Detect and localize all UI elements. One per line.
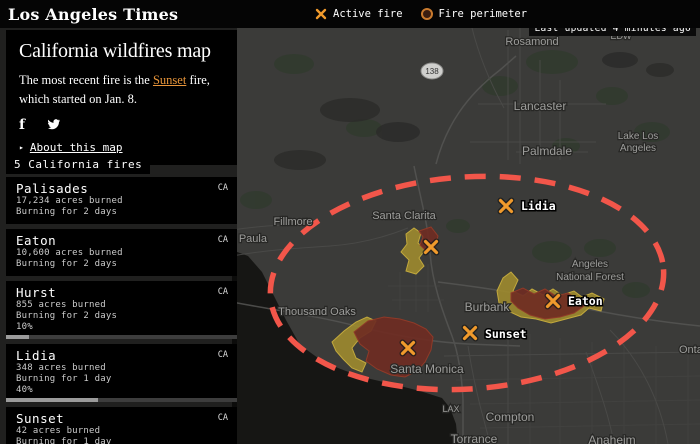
intro-prefix: The most recent fire is the [19,73,153,87]
burn-duration: Burning for 2 days [16,311,118,321]
svg-text:138: 138 [425,67,439,76]
fire-card-eaton[interactable]: Eaton CA 10,600 acres burned Burning for… [6,229,237,276]
map-label: Santa Monica [390,362,464,376]
top-bar: Los Angeles Times Active fire Fire perim… [0,0,700,28]
fire-label: Eaton [568,294,603,308]
containment-bar [6,335,237,339]
containment-bar-fill [6,335,30,339]
map-label: Lancaster [514,99,567,113]
fire-card-lidia[interactable]: Lidia CA 348 acres burned Burning for 1 … [6,344,237,402]
page-title: California wildfires map [19,40,211,62]
map-label: Rosamond [505,36,558,48]
twitter-icon[interactable] [47,119,61,130]
about-map-label: About this map [29,140,123,154]
acres-burned: 10,600 acres burned [16,248,123,258]
info-panel: California wildfires map The most recent… [6,30,237,165]
acres-burned: 17,234 acres burned [16,196,123,206]
legend-fire-perimeter: Fire perimeter [420,8,528,20]
fire-label: Lidia [521,199,556,213]
containment-pct: 40% [16,385,33,395]
acres-burned: 855 acres burned [16,300,106,310]
map-label: Angeles [620,143,656,154]
app-root: Rosamond EDW Lancaster Lake Los Angeles … [0,0,700,444]
map-label: Compton [486,410,535,424]
map-legend: Active fire Fire perimeter [315,0,527,28]
fire-list: Palisades CA 17,234 acres burned Burning… [6,177,237,444]
fire-name: Eaton [16,233,57,248]
fire-card-sunset[interactable]: Sunset CA 42 acres burned Burning for 1 … [6,407,237,444]
fire-card-palisades[interactable]: Palisades CA 17,234 acres burned Burning… [6,177,237,224]
fire-name: Lidia [16,348,57,363]
facebook-icon[interactable]: f [19,118,25,132]
fire-name: Palisades [16,181,89,196]
lat-logo[interactable]: Los Angeles Times [8,5,178,24]
map-label: Fillmore [273,216,312,228]
share-row: f [19,118,224,132]
containment-bar-fill [6,398,99,402]
map-label: Angeles [572,259,608,270]
state-badge: CA [217,287,228,297]
highway-shield-138: 138 [420,62,444,80]
fire-perimeter-icon [420,8,433,20]
disclosure-arrow-icon: ▸ [19,142,24,152]
legend-active-fire-label: Active fire [333,8,403,20]
acres-burned: 42 acres burned [16,426,101,436]
containment-pct: 10% [16,322,33,332]
sunset-fire-link[interactable]: Sunset [153,73,186,87]
burn-duration: Burning for 2 days [16,207,118,217]
active-fire-icon [315,8,327,20]
fire-label: Sunset [485,327,527,341]
map-label: Thousand Oaks [278,306,356,318]
map-label: Torrance [451,432,498,444]
state-badge: CA [217,235,228,245]
map-label: Burbank [465,300,511,314]
containment-bar [6,398,237,402]
fire-name: Hurst [16,285,57,300]
map-label: Palmdale [522,144,572,158]
map-label: Lake Los [618,131,659,142]
acres-burned: 348 acres burned [16,363,106,373]
state-badge: CA [217,413,228,423]
about-map-link[interactable]: ▸ About this map [19,141,224,154]
map-label: National Forest [556,272,624,283]
fires-count-label: 5 California fires [6,156,151,174]
burn-duration: Burning for 2 days [16,259,118,269]
state-badge: CA [217,350,228,360]
state-badge: CA [217,183,228,193]
burn-duration: Burning for 1 day [16,374,112,384]
legend-active-fire: Active fire [315,8,403,20]
map-label: Santa Clarita [372,210,436,222]
legend-fire-perimeter-label: Fire perimeter [438,8,528,20]
map-label: Ontario [679,344,700,356]
intro-text: The most recent fire is the Sunset fire,… [19,71,224,109]
fire-name: Sunset [16,411,65,426]
map-label: Anaheim [588,433,635,444]
fire-card-hurst[interactable]: Hurst CA 855 acres burned Burning for 2 … [6,281,237,339]
burn-duration: Burning for 1 day [16,437,112,444]
map-label: LAX [442,404,459,414]
